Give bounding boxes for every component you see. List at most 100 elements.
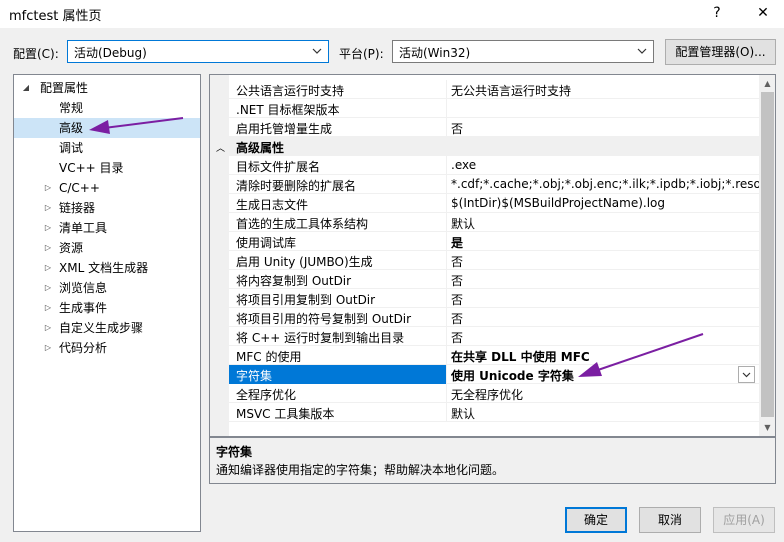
column-divider <box>446 213 447 232</box>
property-name: MSVC 工具集版本 <box>236 407 335 421</box>
configuration-dropdown[interactable]: 活动(Debug) <box>67 40 329 63</box>
description-text: 通知编译器使用指定的字符集；帮助解决本地化问题。 <box>216 463 505 477</box>
property-name: 公共语言运行时支持 <box>236 84 345 98</box>
property-row[interactable]: 清除时要删除的扩展名 *.cdf;*.cache;*.obj;*.obj.enc;… <box>229 175 760 194</box>
platform-value: 活动(Win32) <box>399 46 471 60</box>
description-panel: 字符集 通知编译器使用指定的字符集；帮助解决本地化问题。 <box>209 437 776 484</box>
property-row[interactable]: 公共语言运行时支持 无公共语言运行时支持 <box>229 80 760 99</box>
property-value: 使用 Unicode 字符集 <box>451 369 574 383</box>
column-divider <box>446 289 447 308</box>
apply-button[interactable]: 应用(A) <box>713 507 775 533</box>
property-name: 全程序优化 <box>236 388 297 402</box>
collapsed-triangle-icon[interactable]: ▷ <box>42 298 54 318</box>
tree-item-selected[interactable]: 高级 <box>14 118 200 138</box>
platform-label: 平台(P): <box>339 47 384 61</box>
collapsed-triangle-icon[interactable]: ▷ <box>42 258 54 278</box>
property-value: 否 <box>451 122 464 136</box>
column-divider <box>446 384 447 403</box>
property-value: .exe <box>451 158 477 172</box>
property-row[interactable]: 生成日志文件 $(IntDir)$(MSBuildProjectName).log <box>229 194 760 213</box>
property-tree: ◢ 配置属性 常规 高级 调试 VC++ 目录 ▷ C/C++ ▷ 链接器 ▷ 清单工… <box>13 74 201 532</box>
collapsed-triangle-icon[interactable]: ▷ <box>42 178 54 198</box>
category-name: 高级属性 <box>236 141 285 155</box>
grid-gutter <box>210 75 229 436</box>
tree-item[interactable]: ▷ 链接器 <box>14 198 200 218</box>
ok-button[interactable]: 确定 <box>565 507 627 533</box>
column-divider <box>446 365 447 384</box>
tree-item[interactable]: ▷ 生成事件 <box>14 298 200 318</box>
configuration-manager-button[interactable]: 配置管理器(O)... <box>665 39 776 65</box>
property-grid: 公共语言运行时支持 无公共语言运行时支持 .NET 目标框架版本 启用托管增量生成… <box>209 74 776 437</box>
scroll-up-icon[interactable]: ▲ <box>759 75 775 92</box>
column-divider <box>446 308 447 327</box>
collapsed-triangle-icon[interactable]: ▷ <box>42 238 54 258</box>
window-title: mfctest 属性页 <box>9 9 102 24</box>
help-button[interactable]: ? <box>700 2 734 26</box>
column-divider <box>446 232 447 251</box>
tree-item-label: 链接器 <box>59 201 96 215</box>
description-title: 字符集 <box>216 445 253 459</box>
property-row[interactable]: MSVC 工具集版本 默认 <box>229 403 760 422</box>
property-row[interactable]: 使用调试库 是 <box>229 232 760 251</box>
tree-item[interactable]: ▷ C/C++ <box>14 178 200 198</box>
scroll-thumb[interactable] <box>761 92 774 417</box>
property-value: 默认 <box>451 217 476 231</box>
property-row[interactable]: MFC 的使用 在共享 DLL 中使用 MFC <box>229 346 760 365</box>
property-row[interactable]: .NET 目标框架版本 <box>229 99 760 118</box>
collapse-chevron-icon[interactable]: ︿ <box>216 141 225 154</box>
title-bar: mfctest 属性页 ? ✕ <box>0 0 784 28</box>
property-name: 目标文件扩展名 <box>236 160 321 174</box>
property-row[interactable]: 目标文件扩展名 .exe <box>229 156 760 175</box>
property-value: *.cdf;*.cache;*.obj;*.obj.enc;*.ilk;*.ip… <box>451 177 760 191</box>
tree-item-label: XML 文档生成器 <box>59 261 149 275</box>
property-value: 是 <box>451 236 464 250</box>
scroll-down-icon[interactable]: ▼ <box>759 419 775 436</box>
tree-item-label: 高级 <box>59 121 84 135</box>
property-name: 将项目引用复制到 OutDir <box>236 293 376 307</box>
property-row[interactable]: 将 C++ 运行时复制到输出目录 否 <box>229 327 760 346</box>
platform-dropdown[interactable]: 活动(Win32) <box>392 40 654 63</box>
tree-item-label: VC++ 目录 <box>59 161 124 175</box>
tree-item-label: 配置属性 <box>40 81 89 95</box>
tree-item[interactable]: 调试 <box>14 138 200 158</box>
cancel-button[interactable]: 取消 <box>639 507 701 533</box>
property-row[interactable]: 首选的生成工具体系结构 默认 <box>229 213 760 232</box>
value-dropdown-button[interactable] <box>738 366 755 383</box>
property-row[interactable]: 将内容复制到 OutDir 否 <box>229 270 760 289</box>
column-divider <box>446 80 447 99</box>
expanded-triangle-icon[interactable]: ◢ <box>20 78 32 98</box>
property-row[interactable]: 全程序优化 无全程序优化 <box>229 384 760 403</box>
tree-item[interactable]: ▷ 代码分析 <box>14 338 200 358</box>
collapsed-triangle-icon[interactable]: ▷ <box>42 318 54 338</box>
column-divider <box>446 270 447 289</box>
collapsed-triangle-icon[interactable]: ▷ <box>42 278 54 298</box>
property-row[interactable]: 启用 Unity (JUMBO)生成 否 <box>229 251 760 270</box>
column-divider <box>446 99 447 118</box>
property-name: 将项目引用的符号复制到 OutDir <box>236 312 412 326</box>
tree-item[interactable]: 常规 <box>14 98 200 118</box>
collapsed-triangle-icon[interactable]: ▷ <box>42 338 54 358</box>
chevron-down-icon <box>312 48 322 54</box>
property-value: 否 <box>451 255 464 269</box>
tree-item[interactable]: ▷ 自定义生成步骤 <box>14 318 200 338</box>
collapsed-triangle-icon[interactable]: ▷ <box>42 218 54 238</box>
property-category[interactable]: ︿ 高级属性 <box>216 137 760 156</box>
property-row-selected[interactable]: 字符集 使用 Unicode 字符集 <box>229 365 760 384</box>
close-button[interactable]: ✕ <box>746 2 780 26</box>
vertical-scrollbar[interactable]: ▲ ▼ <box>759 75 775 436</box>
property-row[interactable]: 将项目引用的符号复制到 OutDir 否 <box>229 308 760 327</box>
column-divider <box>446 175 447 194</box>
property-name: 清除时要删除的扩展名 <box>236 179 357 193</box>
property-value: 默认 <box>451 407 476 421</box>
tree-item[interactable]: ▷ XML 文档生成器 <box>14 258 200 278</box>
tree-item[interactable]: ▷ 浏览信息 <box>14 278 200 298</box>
tree-item[interactable]: ▷ 清单工具 <box>14 218 200 238</box>
configuration-value: 活动(Debug) <box>74 46 147 60</box>
tree-item[interactable]: ▷ 资源 <box>14 238 200 258</box>
tree-item-root[interactable]: ◢ 配置属性 <box>14 78 200 98</box>
collapsed-triangle-icon[interactable]: ▷ <box>42 198 54 218</box>
property-row[interactable]: 启用托管增量生成 否 <box>229 118 760 137</box>
tree-item[interactable]: VC++ 目录 <box>14 158 200 178</box>
column-divider <box>446 156 447 175</box>
property-row[interactable]: 将项目引用复制到 OutDir 否 <box>229 289 760 308</box>
